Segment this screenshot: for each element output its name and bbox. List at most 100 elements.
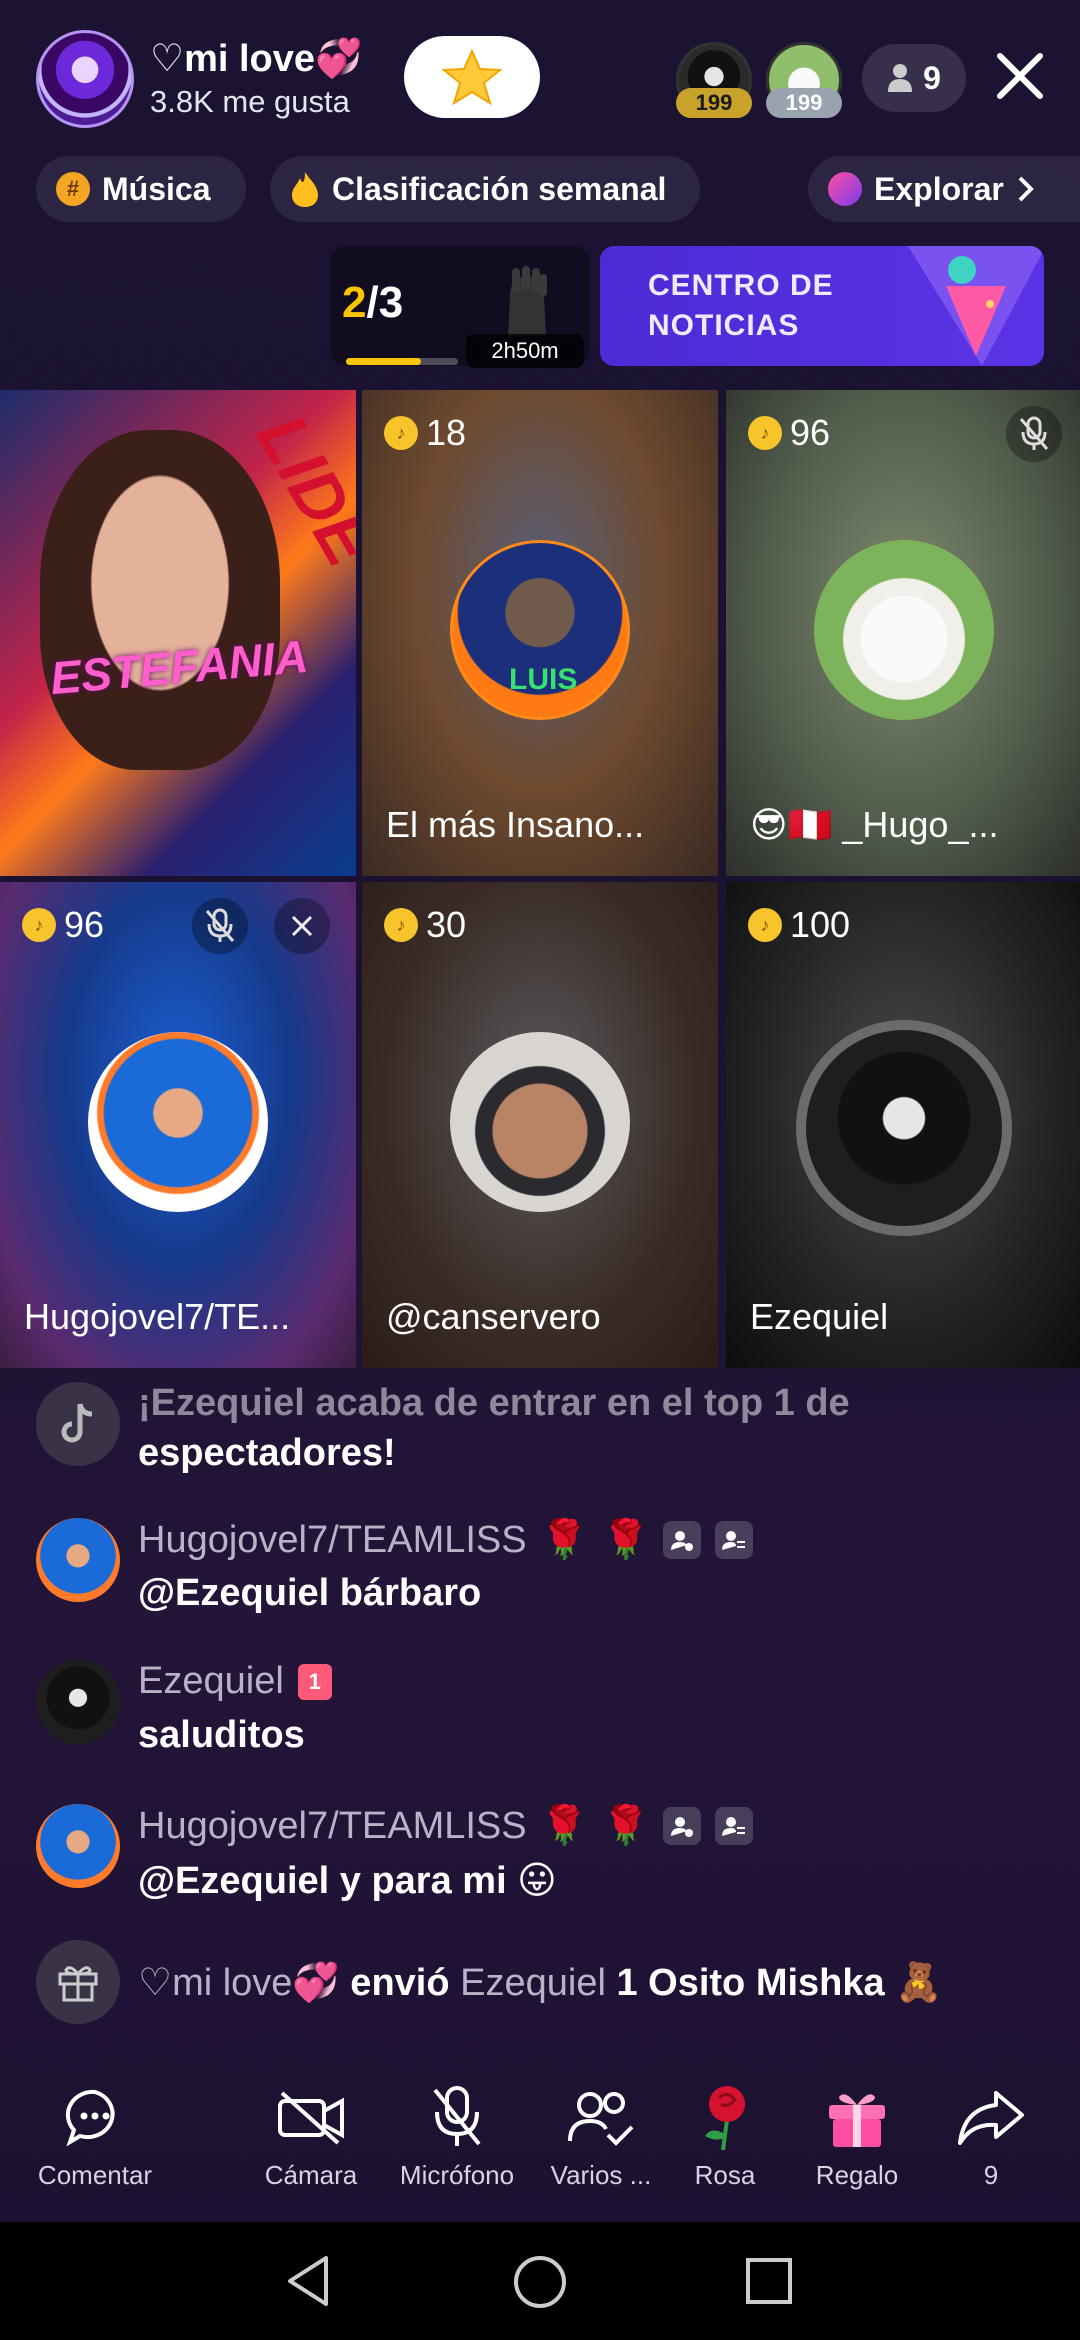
gift-button[interactable]: Regalo bbox=[782, 2080, 932, 2191]
gift-box-icon bbox=[829, 2094, 885, 2147]
back-icon[interactable] bbox=[282, 2252, 334, 2310]
system-navigation-bar bbox=[0, 2222, 1080, 2340]
gift-label: Regalo bbox=[815, 2160, 899, 2190]
camera-button[interactable]: Cámara bbox=[236, 2080, 386, 2191]
rose-icon: 🌹 bbox=[601, 1519, 650, 1561]
coin-icon: ♪ bbox=[22, 908, 56, 942]
chat-user-row: Ezequiel 1 bbox=[138, 1660, 332, 1703]
system-message-line1: ¡Ezequiel acaba de entrar en el top 1 de bbox=[138, 1382, 850, 1424]
comment-button[interactable]: Comentar bbox=[20, 2080, 170, 2191]
chat-text: @Ezequiel y para mi 😛 bbox=[138, 1860, 557, 1902]
gift-icon bbox=[36, 1940, 120, 2024]
comment-label: Comentar bbox=[37, 2160, 153, 2190]
host-avatar[interactable] bbox=[36, 30, 134, 128]
rose-icon: 🌹 bbox=[540, 1805, 588, 1847]
planet-icon bbox=[828, 172, 862, 206]
gift-message[interactable]: ♡mi love💞 envió Ezequiel 1 Osito Mishka … bbox=[36, 1940, 1036, 2030]
news-center-banner[interactable]: CENTRO DE NOTICIAS bbox=[600, 246, 1044, 366]
coin-icon: ♪ bbox=[748, 908, 782, 942]
coin-value: 100 bbox=[790, 904, 851, 945]
star-icon bbox=[441, 48, 503, 106]
chat-username[interactable]: Hugojovel7/TEAMLISS bbox=[138, 1519, 527, 1562]
rose-icon: 🌹 bbox=[540, 1519, 588, 1561]
guest-avatar[interactable] bbox=[814, 540, 994, 720]
viewer-count-button[interactable]: 9 bbox=[862, 44, 966, 112]
megaphone-icon bbox=[908, 246, 1044, 366]
round-progress-text: 2/3 bbox=[342, 278, 403, 328]
guest-tile-5[interactable]: ♪ 100 Ezequiel bbox=[726, 882, 1080, 1368]
coin-icon: ♪ bbox=[384, 416, 418, 450]
rose-icon bbox=[705, 2086, 745, 2151]
chat-message[interactable]: Hugojovel7/TEAMLISS 🌹 🌹 @Ezequiel y para… bbox=[36, 1804, 1036, 1914]
top-viewer-badge-2: 199 bbox=[766, 88, 842, 118]
close-icon bbox=[997, 53, 1043, 99]
guest-avatar[interactable] bbox=[450, 1032, 630, 1212]
host-name: ♡mi love💞 bbox=[150, 38, 363, 80]
recents-icon[interactable] bbox=[744, 2256, 794, 2306]
guest-name: Ezequiel bbox=[750, 1296, 889, 1337]
chat-text: @Ezequiel bárbaro bbox=[138, 1572, 482, 1614]
flame-icon bbox=[292, 172, 318, 207]
chat-message[interactable]: Ezequiel 1 saluditos bbox=[36, 1660, 1036, 1770]
chat-user-avatar[interactable] bbox=[36, 1518, 120, 1602]
chat-user-row: Hugojovel7/TEAMLISS 🌹 🌹 bbox=[138, 1518, 754, 1562]
follower-icon bbox=[715, 1807, 754, 1845]
guest-name: Hugojovel7/TE... bbox=[24, 1296, 291, 1337]
chat-text: saluditos bbox=[138, 1714, 305, 1756]
round-total: /3 bbox=[366, 278, 404, 327]
subscriber-icon bbox=[663, 1521, 702, 1559]
gift-item: 1 Osito Mishka 🧸 bbox=[605, 1962, 943, 2004]
chevron-right-icon bbox=[1018, 176, 1034, 202]
microphone-label: Micrófono bbox=[399, 2160, 515, 2190]
chat-user-avatar[interactable] bbox=[36, 1804, 120, 1888]
guest-avatar-text: LUIS bbox=[509, 663, 578, 696]
rose-label: Rosa bbox=[694, 2160, 756, 2190]
tiktok-icon bbox=[36, 1382, 120, 1466]
guest-avatar[interactable]: LUIS bbox=[450, 540, 630, 720]
mic-off-icon bbox=[433, 2086, 481, 2146]
coin-count: ♪ 96 bbox=[22, 904, 104, 946]
home-icon[interactable] bbox=[512, 2254, 568, 2310]
chip-explorar[interactable]: Explorar bbox=[808, 156, 1080, 222]
coin-count: ♪ 96 bbox=[748, 412, 830, 454]
round-progress-bar bbox=[346, 358, 458, 365]
remove-guest-button[interactable] bbox=[274, 898, 330, 954]
guest-avatar[interactable] bbox=[88, 1032, 268, 1212]
microphone-button[interactable]: Micrófono bbox=[382, 2080, 532, 2191]
favorite-star-button[interactable] bbox=[404, 36, 540, 118]
guest-tile-4[interactable]: ♪ 30 @canservero bbox=[362, 882, 718, 1368]
share-button[interactable]: 9 bbox=[916, 2080, 1066, 2191]
top-viewer-badge-1: 199 bbox=[676, 88, 752, 118]
coin-count: ♪ 100 bbox=[748, 904, 850, 946]
rose-gift-button[interactable]: Rosa bbox=[650, 2080, 800, 2191]
host-video-tile[interactable]: LIDE ESTEFANIA bbox=[0, 390, 356, 876]
chat-message[interactable]: Hugojovel7/TEAMLISS 🌹 🌹 @Ezequiel bárbar… bbox=[36, 1518, 1036, 1628]
chat-username[interactable]: Hugojovel7/TEAMLISS bbox=[138, 1805, 527, 1848]
chip-musica-label: Música bbox=[102, 170, 211, 207]
viewer-count-value: 9 bbox=[923, 59, 941, 96]
coin-count: ♪ 30 bbox=[384, 904, 466, 946]
coin-value: 96 bbox=[790, 412, 831, 453]
gift-sender[interactable]: ♡mi love💞 bbox=[138, 1962, 340, 2004]
chip-musica[interactable]: # Música bbox=[36, 156, 246, 222]
guest-tile-1[interactable]: ♪ 18 LUIS El más Insano... bbox=[362, 390, 718, 876]
chip-ranking-label: Clasificación semanal bbox=[332, 170, 667, 207]
gift-receiver[interactable]: Ezequiel bbox=[460, 1962, 606, 2004]
chat-username[interactable]: Ezequiel bbox=[138, 1660, 284, 1703]
chip-weekly-ranking[interactable]: Clasificación semanal bbox=[270, 156, 700, 222]
guest-tile-2[interactable]: ♪ 96 😎🇵🇪 _Hugo_... bbox=[726, 390, 1080, 876]
coin-icon: ♪ bbox=[384, 908, 418, 942]
mic-muted-icon bbox=[1006, 406, 1062, 462]
host-video bbox=[40, 430, 280, 770]
coin-value: 18 bbox=[426, 412, 467, 453]
guest-name: @canservero bbox=[386, 1296, 601, 1337]
guest-tile-3[interactable]: ♪ 96 Hugojovel7/TE... bbox=[0, 882, 356, 1368]
close-icon bbox=[291, 915, 313, 937]
chat-user-avatar[interactable] bbox=[36, 1660, 120, 1744]
hashtag-icon: # bbox=[56, 172, 90, 206]
guest-name: 😎🇵🇪 _Hugo_... bbox=[750, 804, 999, 845]
guest-avatar[interactable] bbox=[796, 1020, 1012, 1236]
person-icon bbox=[888, 64, 913, 92]
share-arrow-icon bbox=[958, 2091, 1024, 2145]
close-button[interactable] bbox=[988, 44, 1052, 108]
